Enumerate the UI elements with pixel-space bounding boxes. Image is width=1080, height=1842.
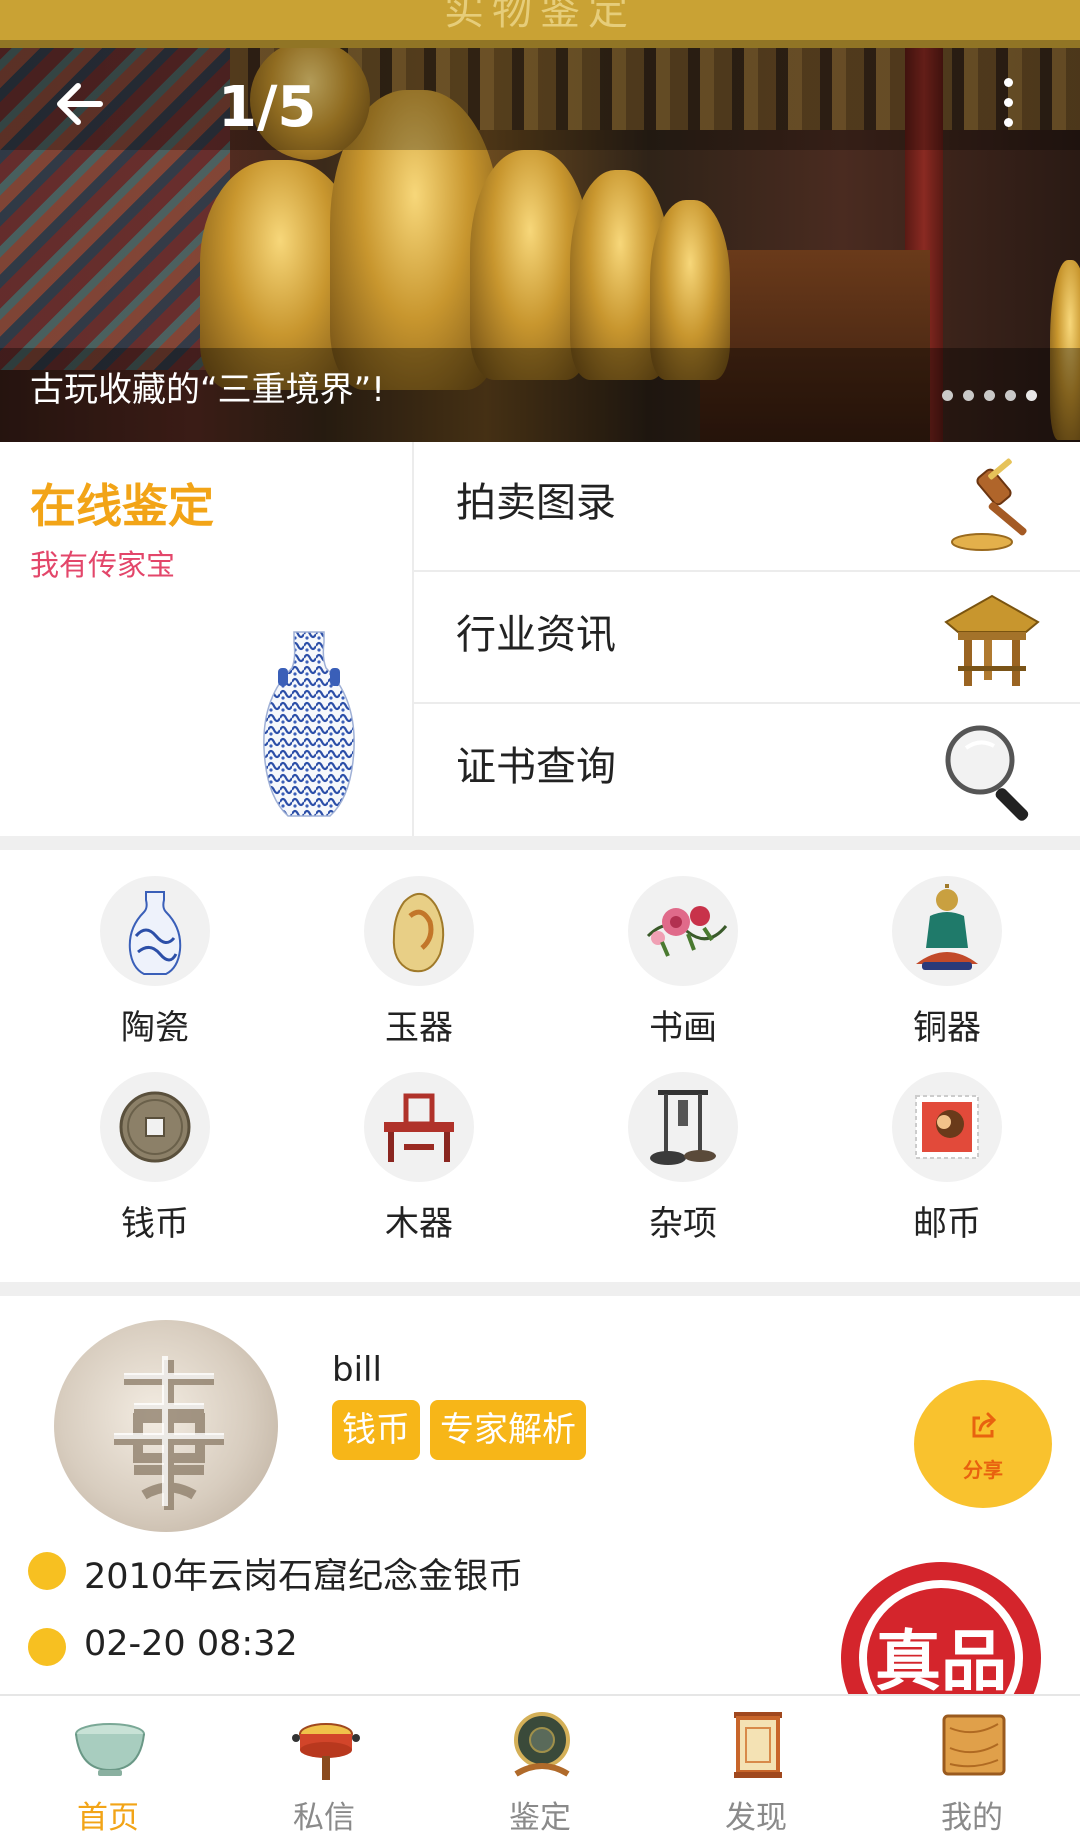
online-appraisal-card[interactable]: 在线鉴定 我有传家宝 xyxy=(0,442,412,836)
category-coins[interactable]: 钱币 xyxy=(50,1072,250,1244)
category-woodwork[interactable]: 木器 xyxy=(314,1072,514,1244)
category-label: 木器 xyxy=(385,1204,453,1244)
category-icon-circle xyxy=(892,1072,1002,1182)
bottom-nav: 首页 私信 鉴定 发现 我的 xyxy=(0,1694,1080,1842)
feature-section: 在线鉴定 我有传家宝 拍卖图录 行业资讯 证书查询 xyxy=(0,442,1080,836)
nav-label: 鉴定 xyxy=(509,1800,571,1836)
coin-icon xyxy=(119,1091,191,1163)
category-icon-circle xyxy=(364,876,474,986)
magnifier-icon xyxy=(945,725,1029,821)
lantern-icon xyxy=(734,1712,782,1778)
category-ceramics[interactable]: 陶瓷 xyxy=(50,876,250,1048)
porcelain-vase-icon xyxy=(128,891,182,975)
nav-profile[interactable]: 我的 xyxy=(864,1696,1080,1842)
tag-coins[interactable]: 钱币 xyxy=(332,1400,420,1460)
misc-items-icon xyxy=(650,1090,716,1165)
nav-home[interactable]: 首页 xyxy=(0,1696,216,1842)
category-icon-circle xyxy=(628,1072,738,1182)
nav-label: 发现 xyxy=(725,1800,787,1836)
banner-carousel[interactable]: 实物鉴定 1/5 古玩收藏的“三重境界”! xyxy=(0,0,1080,442)
nav-discover[interactable]: 发现 xyxy=(648,1696,864,1842)
painting-icon xyxy=(646,906,728,957)
stamp-icon xyxy=(915,1095,979,1159)
online-appraisal-title: 在线鉴定 xyxy=(30,479,214,533)
jade-icon xyxy=(392,893,445,973)
category-stamps[interactable]: 邮币 xyxy=(842,1072,1042,1244)
category-label: 陶瓷 xyxy=(121,1008,189,1048)
mirror-stand-icon xyxy=(514,1712,570,1777)
category-label: 邮币 xyxy=(913,1204,981,1244)
share-button[interactable]: 分享 xyxy=(914,1380,1052,1508)
category-bronze[interactable]: 铜器 xyxy=(842,876,1042,1048)
category-misc[interactable]: 杂项 xyxy=(578,1072,778,1244)
carousel-dot[interactable] xyxy=(1005,390,1016,401)
category-jade[interactable]: 玉器 xyxy=(314,876,514,1048)
share-label: 分享 xyxy=(963,1458,1003,1482)
porcelain-vase-icon xyxy=(263,631,355,817)
gavel-icon xyxy=(951,458,1027,551)
category-label: 玉器 xyxy=(385,1008,453,1048)
section-gap xyxy=(0,836,1080,850)
category-icon-circle xyxy=(628,876,738,986)
share-icon xyxy=(972,1412,997,1438)
banner-caption[interactable]: 古玩收藏的“三重境界”! xyxy=(30,368,385,412)
more-vertical-icon xyxy=(990,78,1026,127)
category-label: 铜器 xyxy=(913,1008,981,1048)
tag-expert-analysis[interactable]: 专家解析 xyxy=(430,1400,586,1460)
menu-industry-news[interactable]: 行业资讯 xyxy=(414,574,1080,704)
authentic-stamp: 真品 xyxy=(830,1548,1052,1718)
menu-label: 拍卖图录 xyxy=(456,480,616,526)
post-title[interactable]: 2010年云岗石窟纪念金银币 xyxy=(84,1548,523,1599)
bronze-buddha-icon xyxy=(916,884,978,970)
menu-certificate-query[interactable]: 证书查询 xyxy=(414,706,1080,836)
username[interactable]: bill xyxy=(332,1350,382,1390)
category-painting[interactable]: 书画 xyxy=(578,876,778,1048)
online-appraisal-subtitle: 我有传家宝 xyxy=(30,548,176,582)
stamp-text: 真品 xyxy=(875,1623,1007,1700)
carousel-dot[interactable] xyxy=(942,390,953,401)
carved-seal-icon xyxy=(114,1356,224,1510)
wood-furniture-icon xyxy=(384,1093,454,1162)
wood-box-icon xyxy=(942,1714,1006,1776)
section-gap xyxy=(0,1282,1080,1296)
nav-appraisal[interactable]: 鉴定 xyxy=(432,1696,648,1842)
category-icon-circle xyxy=(364,1072,474,1182)
bowl-icon xyxy=(75,1723,145,1776)
nav-label: 首页 xyxy=(77,1800,139,1836)
image-counter: 1/5 xyxy=(218,75,317,140)
avatar[interactable] xyxy=(54,1320,278,1532)
category-label: 杂项 xyxy=(649,1204,717,1244)
category-icon-circle xyxy=(892,876,1002,986)
nav-label: 私信 xyxy=(293,1800,355,1836)
post-time: 02-20 08:32 xyxy=(84,1624,298,1664)
arrow-left-icon xyxy=(57,83,103,125)
more-button[interactable] xyxy=(990,72,1026,138)
category-label: 钱币 xyxy=(121,1204,189,1244)
divider xyxy=(414,702,1080,704)
menu-label: 行业资讯 xyxy=(456,612,616,658)
bullet-dot xyxy=(28,1628,66,1666)
menu-auction-catalog[interactable]: 拍卖图录 xyxy=(414,442,1080,572)
nav-label: 我的 xyxy=(941,1800,1003,1836)
drum-icon xyxy=(292,1723,360,1780)
back-button[interactable] xyxy=(46,70,126,140)
image-toolbar: 1/5 xyxy=(0,40,1080,150)
category-label: 书画 xyxy=(649,1008,717,1048)
carousel-dot-active[interactable] xyxy=(1026,390,1037,401)
category-icon-circle xyxy=(100,876,210,986)
carousel-dot[interactable] xyxy=(984,390,995,401)
menu-label: 证书查询 xyxy=(456,744,616,790)
header-title: 实物鉴定 xyxy=(444,0,636,34)
category-grid: 陶瓷 玉器 书画 铜器 钱币 木器 杂项 邮币 xyxy=(0,850,1080,1278)
nav-messages[interactable]: 私信 xyxy=(216,1696,432,1842)
bullet-dot xyxy=(28,1552,66,1590)
pavilion-icon xyxy=(944,594,1040,686)
carousel-indicator xyxy=(942,386,1047,405)
carousel-dot[interactable] xyxy=(963,390,974,401)
category-icon-circle xyxy=(100,1072,210,1182)
divider xyxy=(414,570,1080,572)
